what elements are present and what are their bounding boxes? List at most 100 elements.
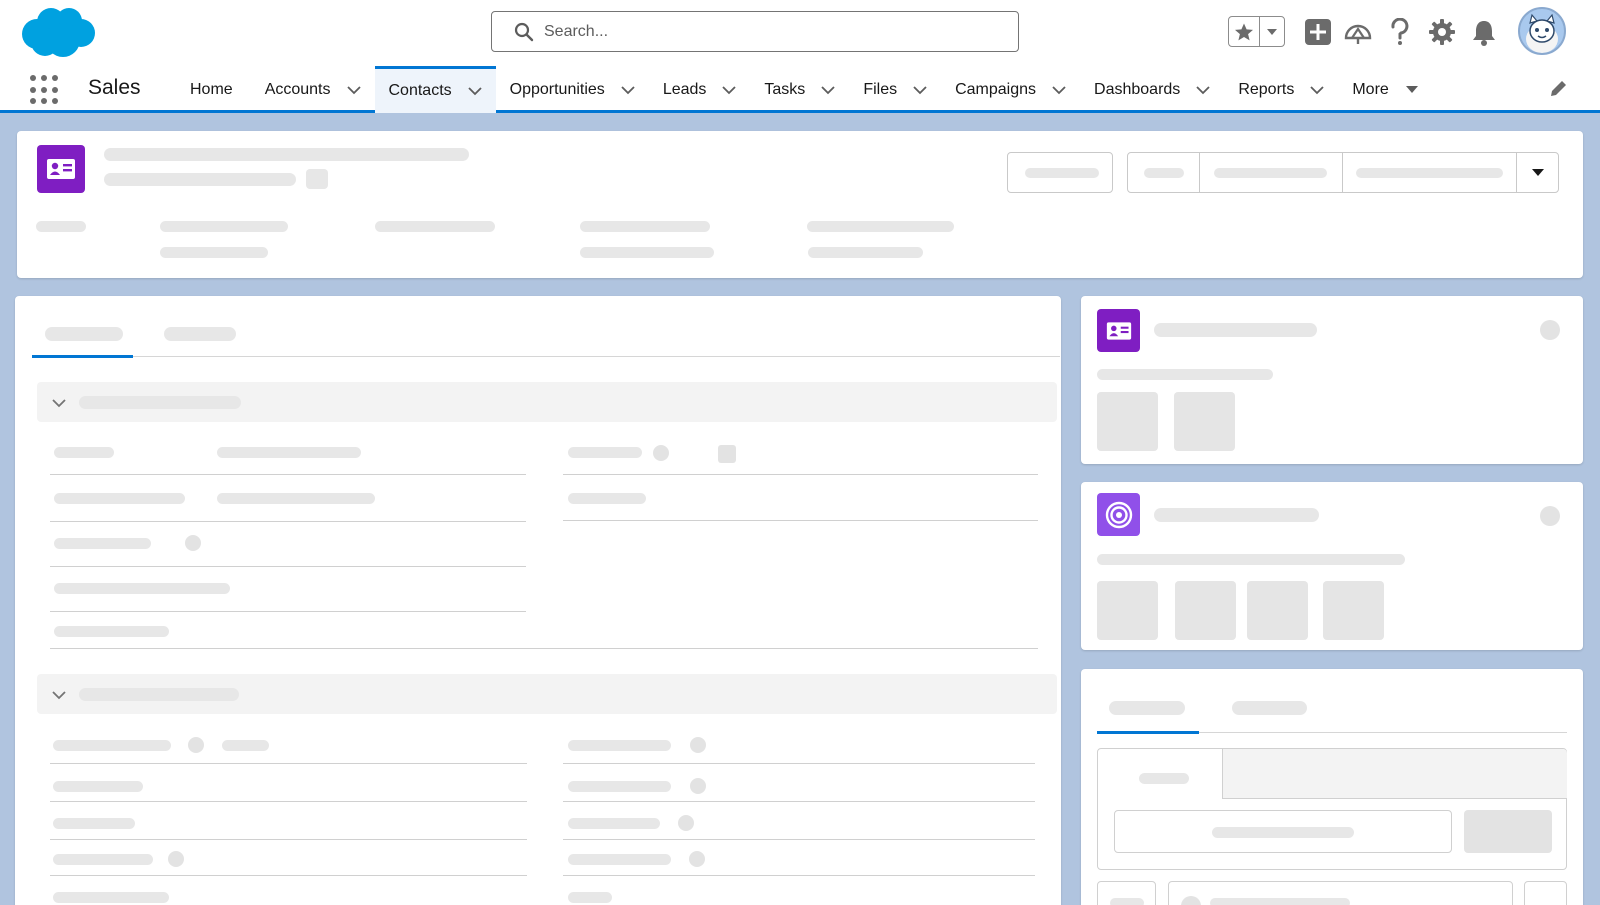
field-value-placeholder	[689, 851, 705, 867]
field-value-placeholder	[217, 447, 361, 458]
nav-tab-contacts[interactable]: Contacts	[374, 66, 496, 113]
field-label-placeholder	[568, 447, 642, 458]
nav-tab-label: Reports	[1238, 80, 1295, 98]
more-actions-button[interactable]	[1517, 153, 1558, 192]
nav-tab-leads[interactable]: Leads	[649, 66, 751, 113]
trailhead-button[interactable]	[1342, 16, 1374, 48]
field-divider	[50, 801, 527, 802]
icon-placeholder	[1181, 896, 1201, 905]
campaign-history-card	[1081, 482, 1583, 650]
nav-tab-more[interactable]: More	[1338, 66, 1432, 113]
record-tile-placeholder	[1097, 392, 1158, 451]
field-label-placeholder	[54, 493, 185, 504]
activity-search-placeholder[interactable]	[1168, 881, 1513, 905]
field-divider	[50, 521, 526, 522]
card-menu-placeholder[interactable]	[1540, 320, 1560, 340]
nav-tab-reports[interactable]: Reports	[1224, 66, 1338, 113]
favorites-button[interactable]	[1229, 17, 1260, 46]
action-button-placeholder[interactable]	[1200, 153, 1343, 192]
chevron-down-icon[interactable]	[1310, 83, 1324, 97]
setup-button[interactable]	[1426, 16, 1458, 48]
tab-bar-rule	[32, 356, 1060, 357]
tab-label-placeholder[interactable]	[45, 327, 123, 341]
nav-tab-label: Leads	[662, 80, 707, 98]
field-value-placeholder	[188, 737, 204, 753]
settings-button-placeholder[interactable]	[1524, 881, 1567, 905]
favorites-menu-button[interactable]	[1260, 17, 1284, 46]
nav-tab-tasks[interactable]: Tasks	[750, 66, 849, 113]
chevron-down-icon[interactable]	[722, 83, 737, 97]
card-subtitle-placeholder	[1097, 369, 1273, 380]
edit-nav-pencil-icon[interactable]	[1548, 79, 1568, 99]
chevron-down-icon[interactable]	[1196, 83, 1210, 97]
record-title-placeholder	[104, 148, 469, 161]
button-label-placeholder	[1110, 898, 1144, 905]
chevron-down-icon[interactable]	[468, 84, 482, 98]
app-launcher-button[interactable]	[30, 75, 60, 105]
chevron-down-icon[interactable]	[1052, 83, 1066, 97]
waffle-dot-icon	[41, 75, 47, 81]
caret-down-icon[interactable]	[1405, 83, 1419, 97]
card-menu-placeholder[interactable]	[1540, 506, 1560, 526]
target-icon	[1105, 501, 1132, 528]
follow-button-placeholder[interactable]	[1007, 152, 1113, 193]
field-label-placeholder	[53, 740, 171, 751]
field-label-placeholder	[54, 583, 230, 594]
section-header[interactable]	[37, 674, 1057, 714]
nav-tab-home[interactable]: Home	[176, 66, 251, 113]
nav-tab-label: Tasks	[764, 80, 806, 98]
filter-button-placeholder[interactable]	[1097, 881, 1156, 905]
add-icon	[1305, 19, 1331, 45]
action-button-placeholder[interactable]	[1128, 153, 1200, 192]
chevron-down-icon[interactable]	[346, 83, 361, 97]
help-button[interactable]	[1384, 16, 1416, 48]
field-value-placeholder	[718, 445, 736, 463]
action-button-placeholder[interactable]	[1343, 153, 1517, 192]
field-divider	[563, 839, 1035, 840]
field-divider	[563, 520, 1038, 521]
nav-tab-accounts[interactable]: Accounts	[251, 66, 375, 113]
global-actions-button[interactable]	[1302, 16, 1334, 48]
chevron-down-icon[interactable]	[51, 687, 67, 703]
chevron-down-icon[interactable]	[621, 83, 635, 97]
chevron-down-icon[interactable]	[51, 395, 67, 411]
field-label-placeholder	[54, 538, 151, 549]
composer-input-placeholder[interactable]	[1114, 810, 1452, 853]
field-divider	[50, 875, 527, 876]
nav-tab-label: Accounts	[264, 80, 331, 98]
tab-label-placeholder[interactable]	[1232, 701, 1307, 715]
button-label-placeholder	[1214, 168, 1327, 178]
composer-tab-placeholder[interactable]	[1139, 773, 1189, 784]
bell-icon	[1473, 21, 1495, 46]
waffle-dot-icon	[30, 98, 36, 105]
section-title-placeholder	[79, 688, 239, 701]
record-tile-placeholder	[1175, 581, 1236, 640]
chevron-down-icon[interactable]	[821, 83, 835, 97]
record-tile-placeholder	[1247, 581, 1308, 640]
nav-tab-files[interactable]: Files	[849, 66, 941, 113]
button-label-placeholder	[1356, 168, 1503, 178]
button-label-placeholder	[1144, 168, 1184, 178]
input-label-placeholder	[1210, 898, 1350, 905]
chevron-down-icon	[1267, 28, 1277, 35]
gear-icon	[1429, 19, 1455, 45]
user-avatar[interactable]	[1518, 7, 1566, 55]
notifications-button[interactable]	[1468, 16, 1500, 48]
nav-tab-campaigns[interactable]: Campaigns	[941, 66, 1080, 113]
active-tab-indicator	[1097, 731, 1199, 734]
tab-label-placeholder[interactable]	[164, 327, 236, 341]
nav-tab-opportunities[interactable]: Opportunities	[496, 66, 649, 113]
field-divider	[50, 566, 526, 567]
tab-label-placeholder[interactable]	[1109, 701, 1185, 715]
salesforce-cloud-logo[interactable]	[17, 4, 97, 60]
chevron-down-icon[interactable]	[913, 83, 927, 97]
nav-tab-label: Dashboards	[1094, 80, 1181, 98]
field-divider	[50, 839, 527, 840]
nav-tab-label: Contacts	[388, 82, 452, 99]
section-header[interactable]	[37, 382, 1057, 422]
search-input[interactable]	[544, 22, 984, 41]
nav-tab-dashboards[interactable]: Dashboards	[1080, 66, 1224, 113]
global-search[interactable]	[491, 11, 1019, 52]
composer-button-placeholder[interactable]	[1464, 810, 1552, 853]
field-label-placeholder	[568, 854, 671, 865]
